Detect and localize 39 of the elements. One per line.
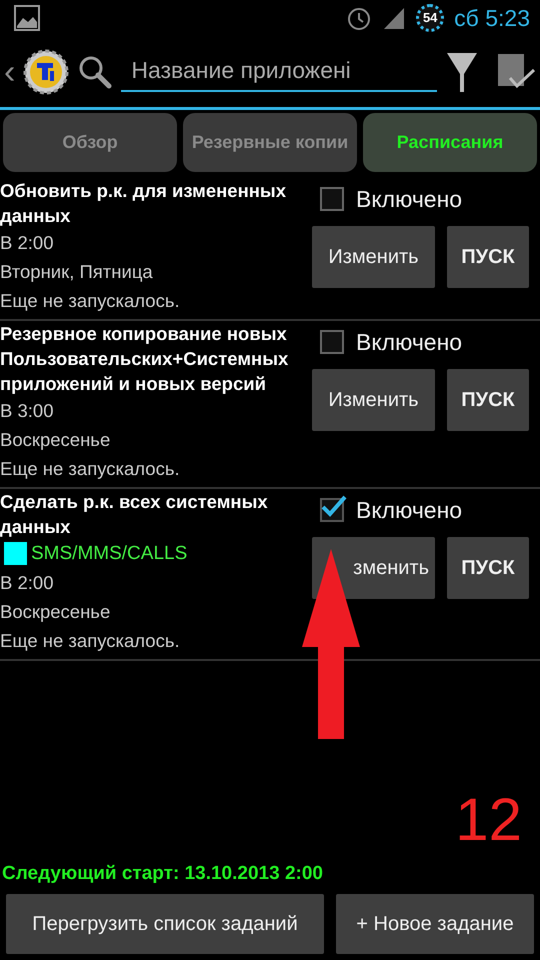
task-detail: В 2:00	[0, 231, 54, 255]
task-title: Резервное копирование новых Пользовательских+Системных приложений и новых версий	[0, 322, 290, 396]
task-detail: Воскресенье	[0, 600, 112, 624]
checkbox[interactable]	[320, 498, 344, 522]
picture-notification-icon	[14, 5, 40, 31]
checkbox-label: Включено	[356, 184, 462, 214]
footer-button[interactable]: + Новое задание	[336, 894, 534, 954]
run-button[interactable]: ПУСК	[447, 537, 529, 599]
checkbox-label: Включено	[356, 496, 462, 525]
tag-label: SMS/MMS/CALLS	[31, 542, 188, 566]
sync-badge: 54	[416, 4, 444, 32]
edit-button[interactable]: зменить	[312, 537, 435, 599]
edit-button[interactable]: Изменить	[312, 226, 435, 288]
task-detail: Еще не запускалось.	[0, 457, 181, 481]
signal-icon	[382, 6, 406, 30]
task-detail: В 3:00	[0, 399, 54, 423]
annotation-number: 12	[455, 790, 522, 850]
run-button[interactable]: ПУСК	[447, 226, 529, 288]
tab[interactable]: Расписания	[363, 113, 537, 172]
footer-button[interactable]: Перегрузить список заданий	[6, 894, 324, 954]
back-arrow-icon[interactable]: ‹	[4, 54, 16, 88]
checkbox[interactable]	[320, 187, 344, 211]
clock-text: сб 5:23	[454, 4, 530, 33]
app-logo-icon	[23, 48, 70, 94]
search-field[interactable]: Название приложені	[121, 51, 438, 92]
checkbox[interactable]	[320, 330, 344, 354]
task-detail: В 2:00	[0, 571, 54, 595]
search-icon	[77, 54, 114, 90]
edit-button[interactable]: Изменить	[312, 369, 435, 431]
task-title: Сделать р.к. всех системных данных	[0, 490, 269, 539]
task-detail: Воскресенье	[0, 428, 112, 452]
task-detail: Еще не запускалось.	[0, 629, 181, 653]
task-title: Обновить р.к. для измененных данных	[0, 179, 288, 228]
checkbox-label: Включено	[356, 328, 462, 357]
run-button[interactable]: ПУСК	[447, 369, 529, 431]
alarm-icon	[346, 5, 372, 31]
task-detail: Еще не запускалось.	[0, 289, 181, 313]
task-detail: Вторник, Пятница	[0, 260, 154, 284]
next-start-text: Следующий старт: 13.10.2013 2:00	[1, 862, 324, 886]
